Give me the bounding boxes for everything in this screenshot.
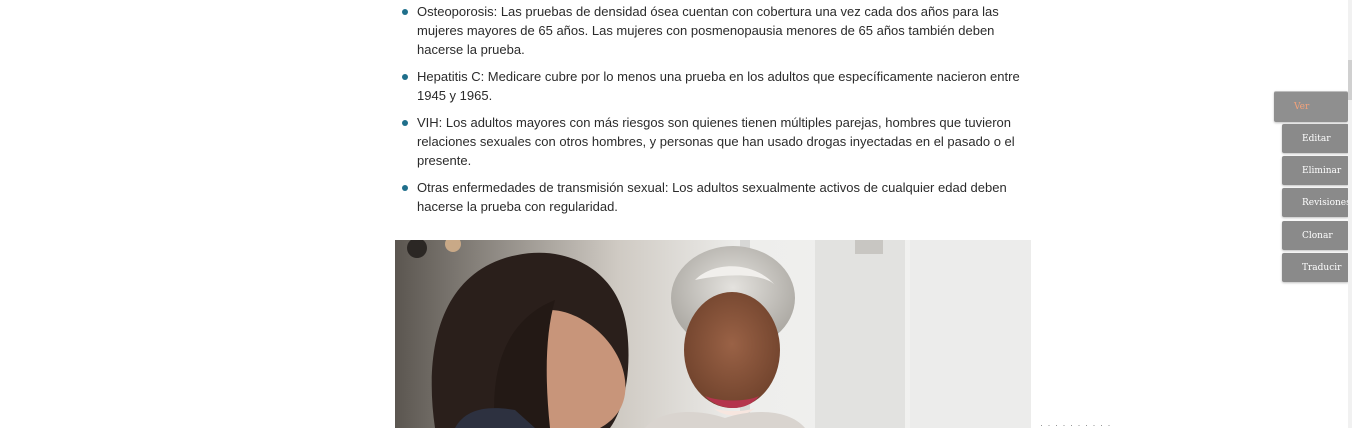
tab-editar[interactable]: Editar [1282,124,1349,153]
screening-list: Osteoporosis: Las pruebas de densidad ós… [395,2,1035,224]
tab-label: Eliminar [1302,165,1342,176]
tab-label: Traducir [1302,262,1342,273]
scrollbar[interactable] [1348,0,1352,428]
list-item: Osteoporosis: Las pruebas de densidad ós… [395,2,1035,60]
page: Osteoporosis: Las pruebas de densidad ós… [0,0,1352,428]
bullet-icon [402,120,408,127]
list-item: Otras enfermedades de transmisión sexual… [395,178,1035,216]
tab-clonar[interactable]: Clonar [1282,221,1349,250]
tab-traducir[interactable]: Traducir [1282,253,1349,282]
tab-revisiones[interactable]: Revisiones [1282,188,1351,217]
tab-label: Clonar [1302,230,1333,241]
bullet-icon [402,9,408,15]
list-item-text: Otras enfermedades de transmisión sexual… [417,180,1007,215]
bullet-icon [402,74,408,81]
tab-ver[interactable]: Ver [1274,91,1348,122]
bullet-icon [402,185,408,192]
list-item: VIH: Los adultos mayores con más riesgos… [395,113,1035,171]
list-item: Hepatitis C: Medicare cubre por lo menos… [395,67,1035,105]
tab-label: Editar [1302,133,1331,144]
list-item-text: VIH: Los adultos mayores con más riesgos… [417,115,1015,169]
tab-label: Revisiones [1302,197,1351,208]
scrollbar-thumb[interactable] [1348,60,1352,100]
list-item-text: Osteoporosis: Las pruebas de densidad ós… [417,4,999,58]
tab-label: Ver [1294,102,1310,112]
photo-illustration [395,240,1031,428]
caption-fragment: · · · · · · · · · · [1040,420,1112,428]
article-image [395,240,1031,428]
tab-eliminar[interactable]: Eliminar [1282,156,1349,185]
list-item-text: Hepatitis C: Medicare cubre por lo menos… [417,69,1020,104]
